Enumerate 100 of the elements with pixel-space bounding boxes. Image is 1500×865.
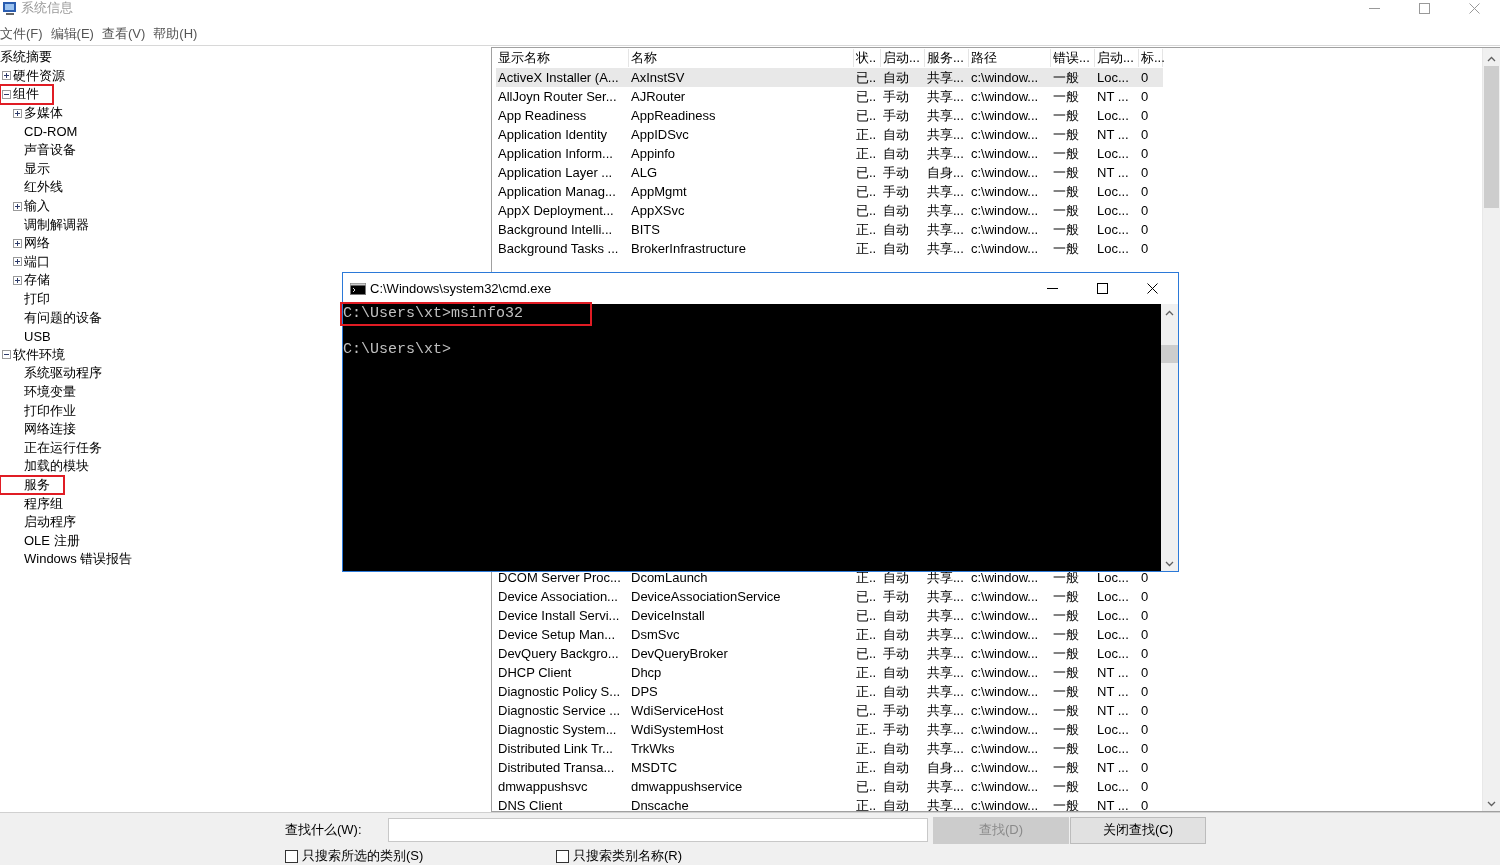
collapse-icon[interactable] [2, 350, 11, 360]
tree-item[interactable]: 系统摘要 [0, 48, 66, 67]
scroll-thumb[interactable] [1161, 345, 1178, 363]
scroll-up-icon[interactable] [1487, 56, 1496, 62]
scroll-down-icon[interactable] [1165, 561, 1174, 567]
tree-item[interactable]: 存储 [0, 271, 64, 290]
table-cell-text: 自动 [882, 796, 910, 811]
table-row[interactable]: Application Layer ... ALG 已.. 手动 自身... c:\window... 一般 NT ... 0 [496, 163, 1163, 182]
table-row[interactable]: Distributed Link Tr... TrkWks 正.. 自动 共享... c:\window... 一般 Loc... 0 [496, 739, 1163, 758]
tree-item[interactable]: 网络 [0, 233, 64, 253]
tree-item[interactable]: 软件环境 [0, 345, 79, 365]
close-find-button[interactable]: 关闭查找(C) [1070, 816, 1206, 844]
tree-item[interactable]: 显示 [0, 159, 64, 179]
tree-item[interactable]: 输入 [0, 196, 64, 216]
maximize-icon[interactable] [1097, 283, 1108, 294]
column-header[interactable]: 名称 [629, 49, 854, 67]
table-row[interactable]: Background Intelli... BITS 正.. 自动 共享... c:\window... 一般 Loc... 0 [496, 220, 1163, 239]
table-row[interactable]: Application Identity AppIDSvc 正.. 自动 共享... c:\window... 一般 NT ... 0 [496, 125, 1163, 144]
menu-item[interactable]: 文件(F) [0, 24, 43, 43]
table-cell-text: 共享... [926, 720, 965, 739]
tree-item[interactable]: 系统驱动程序 [0, 364, 116, 383]
expand-icon[interactable] [2, 71, 11, 81]
tree-item[interactable]: USB [0, 326, 65, 346]
table-cell-text: 正.. [855, 796, 878, 811]
table-row[interactable]: AppX Deployment... AppXSvc 已.. 自动 共享... c:\window... 一般 Loc... 0 [496, 201, 1163, 220]
tree-item[interactable]: CD-ROM [0, 122, 92, 141]
column-header[interactable]: 服务... [925, 49, 969, 67]
table-cell-text: 正.. [855, 663, 878, 682]
table-cell-text: 共享... [926, 606, 965, 625]
table-row[interactable]: App Readiness AppReadiness 已.. 手动 共享... c:\window... 一般 Loc... 0 [496, 106, 1163, 125]
tree-item[interactable]: 服务 [0, 475, 64, 495]
table-row[interactable]: Diagnostic Policy S... DPS 正.. 自动 共享... c:\window... 一般 NT ... 0 [496, 682, 1163, 701]
column-header[interactable]: 启动... [1095, 49, 1139, 67]
checkbox[interactable] [285, 849, 298, 863]
table-row[interactable]: Diagnostic Service ... WdiServiceHost 已.. 手动 共享... c:\window... 一般 NT ... 0 [496, 701, 1163, 720]
expand-icon[interactable] [13, 257, 22, 267]
table-row[interactable]: Application Inform... Appinfo 正.. 自动 共享... c:\window... 一般 Loc... 0 [496, 144, 1163, 163]
table-cell-text: 正.. [855, 568, 878, 587]
tree-item[interactable]: 启动程序 [0, 512, 90, 532]
expand-icon[interactable] [13, 201, 22, 211]
menu-item[interactable]: 查看(V) [101, 24, 146, 43]
tree-item[interactable]: OLE 注册 [0, 531, 94, 551]
menu-item[interactable]: 帮助(H) [153, 24, 198, 43]
table-row[interactable]: Distributed Transa... MSDTC 正.. 自动 自身... c:\window... 一般 NT ... 0 [496, 758, 1163, 777]
tree-item[interactable]: 环境变量 [0, 382, 90, 402]
tree-item[interactable]: 网络连接 [0, 419, 90, 439]
scroll-down-icon[interactable] [1487, 801, 1496, 807]
table-row[interactable]: ActiveX Installer (A... AxInstSV 已.. 自动 共享... c:\window... 一般 Loc... 0 [496, 68, 1163, 87]
column-header[interactable]: 标... [1139, 49, 1163, 67]
tree-item[interactable]: 硬件资源 [0, 66, 79, 86]
table-row[interactable]: DevQuery Backgro... DevQueryBroker 已.. 手动 共享... c:\window... 一般 Loc... 0 [496, 644, 1163, 663]
table-row[interactable]: Diagnostic System... WdiSystemHost 正.. 手动 共享... c:\window... 一般 Loc... 0 [496, 720, 1163, 739]
checkbox-label[interactable]: 只搜索所选的类别(S) [302, 847, 424, 865]
table-cell-text: 自动 [882, 625, 910, 644]
expand-icon[interactable] [13, 238, 22, 248]
column-header[interactable]: 错误... [1051, 49, 1095, 67]
table-row[interactable]: Application Manag... AppMgmt 已.. 手动 共享... c:\window... 一般 Loc... 0 [496, 182, 1163, 201]
table-row[interactable]: Device Association... DeviceAssociationService 已.. 手动 共享... c:\window... 一般 Loc... 0 [496, 587, 1163, 606]
expand-icon[interactable] [13, 275, 22, 285]
scrollbar[interactable] [1161, 304, 1178, 571]
scrollbar[interactable] [1482, 48, 1500, 811]
table-row[interactable]: dmwappushsvc dmwappushservice 已.. 自动 共享... c:\window... 一般 Loc... 0 [496, 777, 1163, 796]
tree-item[interactable]: 正在运行任务 [0, 438, 116, 458]
column-header[interactable]: 状.. [854, 49, 881, 67]
close-icon[interactable] [1147, 283, 1158, 294]
tree-item[interactable]: 红外线 [0, 178, 77, 197]
search-field[interactable] [388, 818, 928, 842]
checkbox[interactable] [556, 849, 569, 863]
menu-item[interactable]: 编辑(E) [50, 24, 94, 43]
table-row[interactable]: AllJoyn Router Ser... AJRouter 已.. 手动 共享... c:\window... 一般 NT ... 0 [496, 87, 1163, 106]
table-row[interactable]: Device Install Servi... DeviceInstall 已.. 自动 共享... c:\window... 一般 Loc... 0 [496, 606, 1163, 625]
tree-item[interactable]: 多媒体 [0, 103, 77, 123]
tree-item[interactable]: 打印 [0, 289, 64, 309]
scroll-up-icon[interactable] [1165, 310, 1174, 316]
table-cell-text: 手动 [882, 720, 910, 739]
table-cell-text: 手动 [882, 644, 910, 663]
console-line: C:\Users\xt> [343, 341, 453, 359]
table-cell-text: 自动 [882, 777, 910, 796]
tree-item[interactable]: 声音设备 [0, 140, 90, 160]
table-cell-text: 0 [1140, 703, 1150, 718]
checkbox-label[interactable]: 只搜索类别名称(R) [573, 847, 683, 865]
tree-item[interactable]: Windows 错误报告 [0, 550, 147, 569]
table-row[interactable]: DHCP Client Dhcp 正.. 自动 共享... c:\window... 一般 NT ... 0 [496, 663, 1163, 682]
table-row[interactable]: Device Setup Man... DsmSvc 正.. 自动 共享... c:\window... 一般 Loc... 0 [496, 625, 1163, 644]
column-header[interactable]: 启动... [881, 49, 925, 67]
column-header[interactable]: 路径 [969, 49, 1051, 67]
expand-icon[interactable] [13, 108, 22, 118]
tree-item[interactable]: 程序组 [0, 494, 77, 513]
collapse-icon[interactable] [2, 90, 11, 99]
tree-item[interactable]: 打印作业 [0, 401, 90, 420]
tree-item[interactable]: 调制解调器 [0, 215, 103, 234]
column-header[interactable]: 显示名称 [496, 49, 629, 67]
tree-item[interactable]: 组件 [0, 85, 53, 104]
table-row[interactable]: Background Tasks ... BrokerInfrastructure 正.. 自动 共享... c:\window... 一般 Loc... 0 [496, 239, 1163, 258]
tree-item[interactable]: 有问题的设备 [0, 308, 116, 327]
tree-item[interactable]: 端口 [0, 252, 64, 272]
table-row[interactable]: DNS Client Dnscache 正.. 自动 共享... c:\window... 一般 NT ... 0 [496, 796, 1163, 811]
tree-item[interactable]: 加载的模块 [0, 457, 103, 476]
scroll-thumb[interactable] [1484, 66, 1499, 208]
table-cell-text: AJRouter [630, 89, 687, 104]
